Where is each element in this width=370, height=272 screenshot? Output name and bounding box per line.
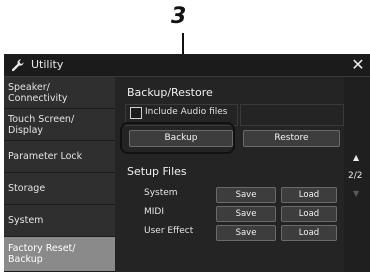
sidebar-item-factory-reset-backup[interactable]: Factory Reset/ Backup [4, 237, 115, 272]
main-content: Backup/Restore Include Audio files Backu… [115, 77, 344, 272]
system-load-button[interactable]: Load [281, 187, 337, 203]
user-effect-save-button[interactable]: Save [216, 225, 276, 241]
midi-save-button[interactable]: Save [216, 206, 276, 222]
title-bar: Utility ✕ [4, 54, 370, 77]
wrench-icon [11, 59, 24, 72]
setup-files-title: Setup Files [127, 165, 187, 178]
midi-load-button[interactable]: Load [281, 206, 337, 222]
backup-restore-title: Backup/Restore [127, 86, 213, 99]
sidebar-item-system[interactable]: System [4, 205, 115, 237]
step-callout-number: 3 [171, 4, 187, 29]
sidebar-item-label: Factory Reset/ Backup [8, 243, 76, 265]
sidebar-item-speaker-connectivity[interactable]: Speaker/ Connectivity [4, 77, 115, 109]
setup-row-system-label: System [144, 188, 178, 198]
sidebar-item-label: Storage [8, 183, 46, 194]
sidebar-item-touch-screen-display[interactable]: Touch Screen/ Display [4, 109, 115, 141]
restore-panel [240, 104, 344, 126]
triangle-up-icon[interactable]: ▲ [353, 153, 359, 162]
setup-row-user-effect-label: User Effect [144, 226, 194, 236]
backup-callout-highlight [120, 122, 235, 154]
include-audio-label: Include Audio files [145, 107, 228, 117]
sidebar-item-label: Touch Screen/ Display [8, 113, 75, 136]
system-save-button[interactable]: Save [216, 187, 276, 203]
sidebar: Speaker/ Connectivity Touch Screen/ Disp… [4, 77, 115, 272]
sidebar-item-label: Parameter Lock [8, 151, 83, 162]
restore-button[interactable]: Restore [243, 130, 340, 147]
sidebar-item-label: System [8, 215, 44, 226]
window-title: Utility [31, 58, 64, 71]
include-audio-checkbox[interactable] [130, 107, 142, 119]
sidebar-item-label: Speaker/ Connectivity [8, 81, 68, 104]
pager: ▲ 2/2 ▼ [344, 77, 370, 272]
close-icon[interactable]: ✕ [349, 55, 367, 75]
triangle-down-icon[interactable]: ▼ [353, 189, 359, 198]
utility-screen: Utility ✕ Speaker/ Connectivity Touch Sc… [4, 54, 370, 272]
setup-row-midi-label: MIDI [144, 207, 165, 217]
page-indicator: 2/2 [348, 171, 363, 181]
sidebar-item-storage[interactable]: Storage [4, 173, 115, 205]
user-effect-load-button[interactable]: Load [281, 225, 337, 241]
sidebar-item-parameter-lock[interactable]: Parameter Lock [4, 141, 115, 173]
